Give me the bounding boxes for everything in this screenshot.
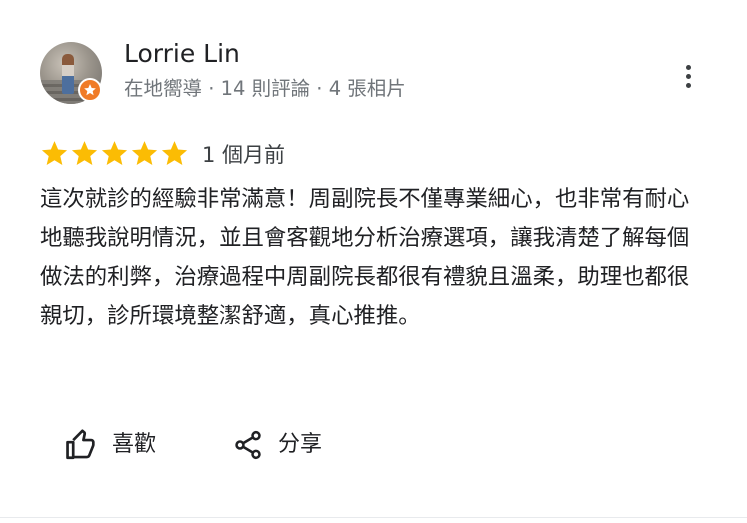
more-options-button[interactable] — [676, 60, 700, 92]
like-label: 喜歡 — [112, 432, 157, 457]
star-rating — [40, 139, 189, 168]
reviewer-meta: 在地嚮導 · 14 則評論 · 4 張相片 — [124, 77, 406, 100]
more-vert-icon — [685, 64, 691, 70]
review-date: 1 個月前 — [202, 143, 286, 167]
star-icon — [161, 141, 188, 165]
like-button[interactable]: 喜歡 — [64, 424, 156, 466]
more-vert-icon-dot — [685, 73, 691, 79]
star-icon — [41, 141, 68, 165]
local-guide-badge-icon — [78, 78, 102, 102]
reviewer-name[interactable]: Lorrie Lin — [124, 38, 240, 70]
star-icon — [131, 141, 158, 165]
avatar-photo-figure — [62, 54, 74, 94]
divider — [0, 517, 747, 518]
share-label: 分享 — [278, 432, 323, 457]
share-button[interactable]: 分享 — [232, 424, 322, 466]
star-icon — [71, 141, 98, 165]
local-guide-star-icon — [84, 84, 96, 96]
star-icon — [101, 141, 128, 165]
more-vert-icon-dot — [685, 82, 691, 88]
review-text: 這次就診的經驗非常滿意！周副院長不僅專業細心，也非常有耐心地聽我說明情況，並且會… — [40, 186, 690, 329]
share-icon — [235, 430, 261, 460]
thumb-up-icon — [66, 429, 95, 460]
